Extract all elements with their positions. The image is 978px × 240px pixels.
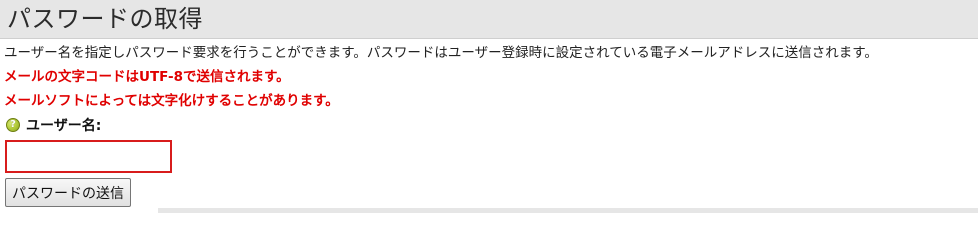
description-text: ユーザー名を指定しパスワード要求を行うことができます。パスワードはユーザー登録時… [4,45,878,61]
title-bar: パスワードの取得 [0,0,978,39]
username-field-row: ? ユーザー名: [6,116,101,134]
username-input[interactable] [5,140,172,173]
page-title: パスワードの取得 [7,5,203,33]
password-request-page: パスワードの取得 ユーザー名を指定しパスワード要求を行うことができます。パスワー… [0,0,978,213]
question-icon[interactable]: ? [6,118,20,132]
encoding-warning: メールの文字コードはUTF-8で送信されます。 [4,69,290,85]
footer-divider [158,208,978,213]
mojibake-warning: メールソフトによっては文字化けすることがあります。 [4,93,339,109]
username-label: ユーザー名: [26,118,102,134]
send-password-button[interactable]: パスワードの送信 [5,178,131,207]
